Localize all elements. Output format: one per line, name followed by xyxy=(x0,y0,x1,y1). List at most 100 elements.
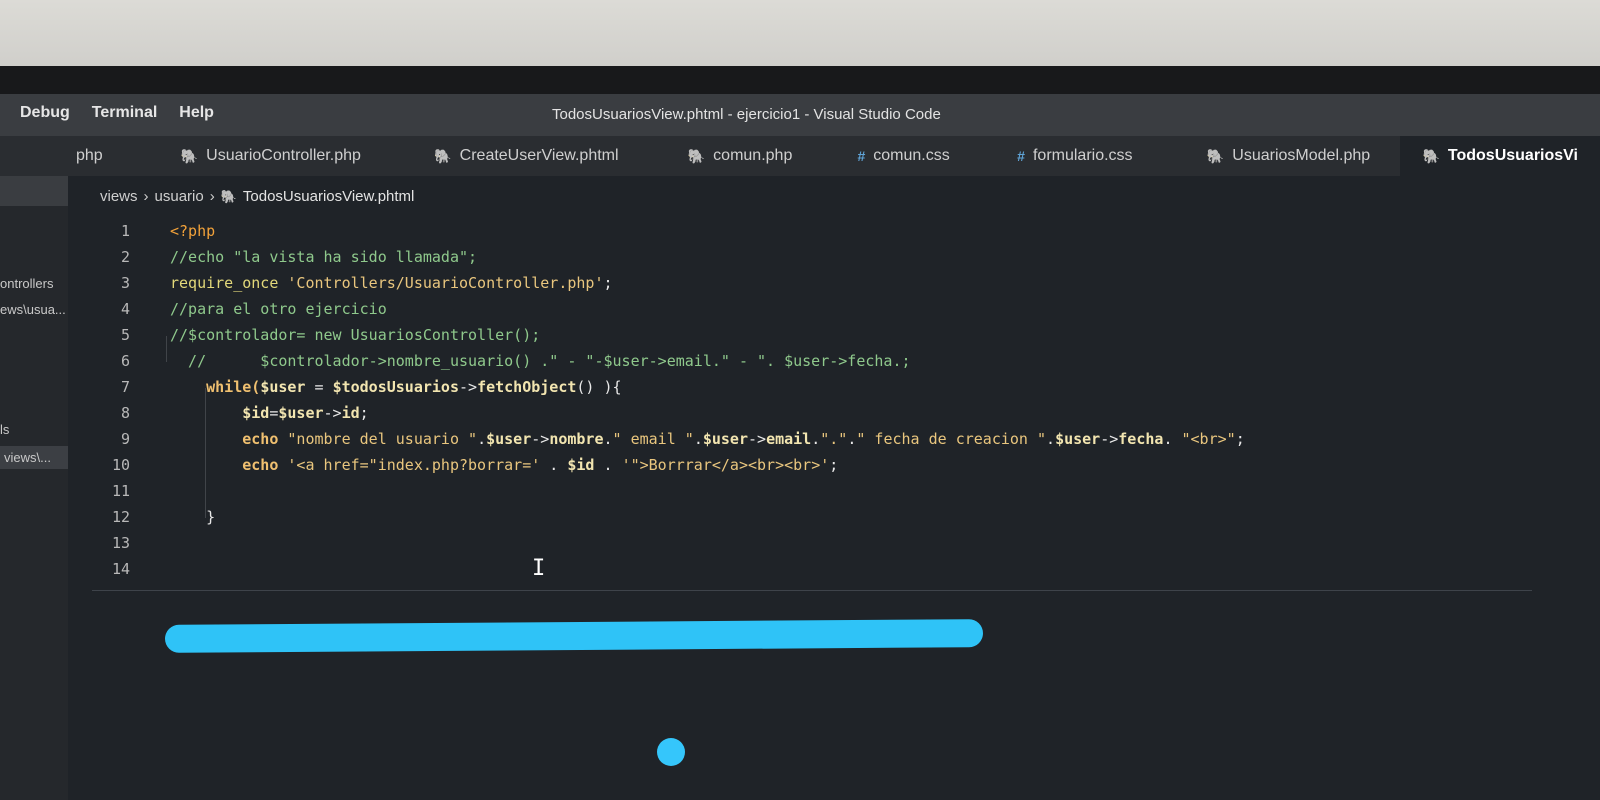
code-line[interactable]: 5 //$controlador= new UsuariosController(… xyxy=(68,322,1600,348)
code-text: // $controlador->nombre_usuario() ." - "… xyxy=(170,348,910,374)
code-token: . xyxy=(693,430,703,448)
tab-formulario-css[interactable]: # formulario.css xyxy=(995,136,1185,176)
code-line[interactable]: 11 xyxy=(68,478,1600,504)
code-token: $user xyxy=(278,404,324,422)
menu-terminal[interactable]: Terminal xyxy=(92,104,158,122)
code-token: <?php xyxy=(170,222,216,240)
line-number: 13 xyxy=(111,534,130,552)
code-token: ; xyxy=(359,404,369,422)
code-line[interactable]: 12 } xyxy=(68,504,1600,530)
line-number: 7 xyxy=(120,378,130,396)
tab-label: php xyxy=(76,147,103,164)
code-token: while( xyxy=(170,378,261,396)
php-elephant-icon: 🐘 xyxy=(1206,147,1225,164)
breadcrumb-file[interactable]: TodosUsuariosView.phtml xyxy=(243,188,414,205)
code-line[interactable]: 14 xyxy=(68,556,1600,582)
tab-label: comun.php xyxy=(713,147,793,164)
tab-todos-usuarios-view[interactable]: 🐘 TodosUsuariosVi xyxy=(1400,136,1600,176)
line-number: 8 xyxy=(120,404,130,422)
code-editor[interactable]: 1 <?php 2 //echo "la vista ha sido llamada"… xyxy=(68,212,1600,800)
explorer-sidebar: ontrollers ews\usua... ls views\... xyxy=(0,176,68,800)
code-token: = xyxy=(305,378,333,396)
code-token: //para el otro ejercicio xyxy=(170,300,387,318)
sidebar-item-views[interactable]: views\... xyxy=(0,446,68,469)
code-token: echo xyxy=(170,456,288,474)
code-text: echo '<a href="index.php?borrar=' . $id … xyxy=(170,452,838,478)
tab-label: formulario.css xyxy=(1032,147,1133,164)
window-title: TodosUsuariosView.phtml - ejercicio1 - V… xyxy=(552,106,941,123)
php-elephant-icon: 🐘 xyxy=(434,147,452,164)
code-token: require_once xyxy=(170,274,279,292)
code-token: $user xyxy=(260,378,306,396)
title-bar: Debug Terminal Help TodosUsuariosView.ph… xyxy=(0,94,1600,136)
breadcrumb-usuario[interactable]: usuario xyxy=(155,188,204,205)
code-text: } xyxy=(170,504,215,530)
text-cursor-icon: I xyxy=(532,556,546,581)
code-line[interactable]: 8 $id=$user->id; xyxy=(68,400,1600,426)
line-number: 1 xyxy=(120,222,130,240)
css-hash-icon: # xyxy=(1017,148,1025,164)
code-token: $user xyxy=(1055,430,1101,448)
menu-help[interactable]: Help xyxy=(179,104,214,122)
code-token: -> xyxy=(459,378,478,396)
code-line[interactable]: 6 // $controlador->nombre_usuario() ." -… xyxy=(68,348,1600,374)
code-line[interactable]: 7 while($user = $todosUsuarios->fetchObj… xyxy=(68,374,1600,400)
sidebar-item-ls[interactable]: ls xyxy=(0,422,9,437)
code-token: "nombre del usuario " xyxy=(287,430,478,448)
code-line[interactable]: 3 require_once 'Controllers/UsuarioContro… xyxy=(68,270,1600,296)
code-token: } xyxy=(170,508,216,526)
sidebar-item-views-usuario[interactable]: ews\usua... xyxy=(0,302,66,317)
code-token: //$controlador= new UsuariosController()… xyxy=(170,326,541,344)
line-number: 10 xyxy=(111,456,130,474)
tab-usuario-controller[interactable]: 🐘 UsuarioController.php xyxy=(159,136,413,176)
php-elephant-icon: 🐘 xyxy=(1422,147,1440,164)
tab-comun-css[interactable]: # comun.css xyxy=(835,136,995,176)
breadcrumb: views › usuario › 🐘 TodosUsuariosView.ph… xyxy=(100,188,414,205)
code-token: $user xyxy=(702,430,748,448)
code-line[interactable]: 4 //para el otro ejercicio xyxy=(68,296,1600,322)
marker-dot xyxy=(657,738,685,766)
code-token: . xyxy=(1046,430,1056,448)
code-token: $todosUsuarios xyxy=(332,378,459,396)
code-token: $id xyxy=(567,456,595,474)
code-token: id xyxy=(341,404,360,422)
line-number: 11 xyxy=(111,482,130,500)
tab-create-user-view[interactable]: 🐘 CreateUserView.phtml xyxy=(412,136,666,176)
monitor-bezel xyxy=(0,66,1600,96)
code-token: ; xyxy=(603,274,613,292)
tab-label: UsuarioController.php xyxy=(206,147,361,164)
breadcrumb-views[interactable]: views xyxy=(100,188,138,205)
php-elephant-icon: 🐘 xyxy=(220,188,237,204)
code-token: 'Controllers/UsuarioController.php' xyxy=(287,274,604,292)
code-line[interactable]: 2 //echo "la vista ha sido llamada"; xyxy=(68,244,1600,270)
code-text: //para el otro ejercicio xyxy=(170,296,387,322)
line-number: 6 xyxy=(120,352,130,370)
line-number: 9 xyxy=(120,430,130,448)
code-token: ; xyxy=(1235,430,1245,448)
line-number: 5 xyxy=(120,326,130,344)
tab-label: CreateUserView.phtml xyxy=(459,147,619,164)
code-token: -> xyxy=(531,430,550,448)
menu-debug[interactable]: Debug xyxy=(20,104,70,122)
code-token: fecha xyxy=(1118,430,1164,448)
code-line[interactable]: 13 xyxy=(68,530,1600,556)
code-token: . xyxy=(811,430,821,448)
code-token: -> xyxy=(748,430,767,448)
tab-comun-php[interactable]: 🐘 comun.php xyxy=(666,136,836,176)
code-token: " email " xyxy=(612,430,694,448)
code-line[interactable]: 9 echo "nombre del usuario ".$user->nomb… xyxy=(68,426,1600,452)
tab-usuarios-model[interactable]: 🐘 UsuariosModel.php xyxy=(1185,136,1401,176)
code-text: //echo "la vista ha sido llamada"; xyxy=(170,244,477,270)
css-hash-icon: # xyxy=(857,148,866,164)
tab-php[interactable]: php xyxy=(0,136,159,176)
code-token: -> xyxy=(323,404,342,422)
code-text: //$controlador= new UsuariosController()… xyxy=(170,322,540,348)
code-text: while($user = $todosUsuarios->fetchObjec… xyxy=(170,374,621,400)
vscode-window: Debug Terminal Help TodosUsuariosView.ph… xyxy=(0,94,1600,800)
code-line[interactable]: 10 echo '<a href="index.php?borrar=' . $… xyxy=(68,452,1600,478)
code-token: . xyxy=(477,430,487,448)
code-token: ; xyxy=(829,456,839,474)
sidebar-item-controllers[interactable]: ontrollers xyxy=(0,276,53,291)
code-line[interactable]: 1 <?php xyxy=(68,218,1600,244)
menu-bar: Debug Terminal Help xyxy=(20,104,214,122)
